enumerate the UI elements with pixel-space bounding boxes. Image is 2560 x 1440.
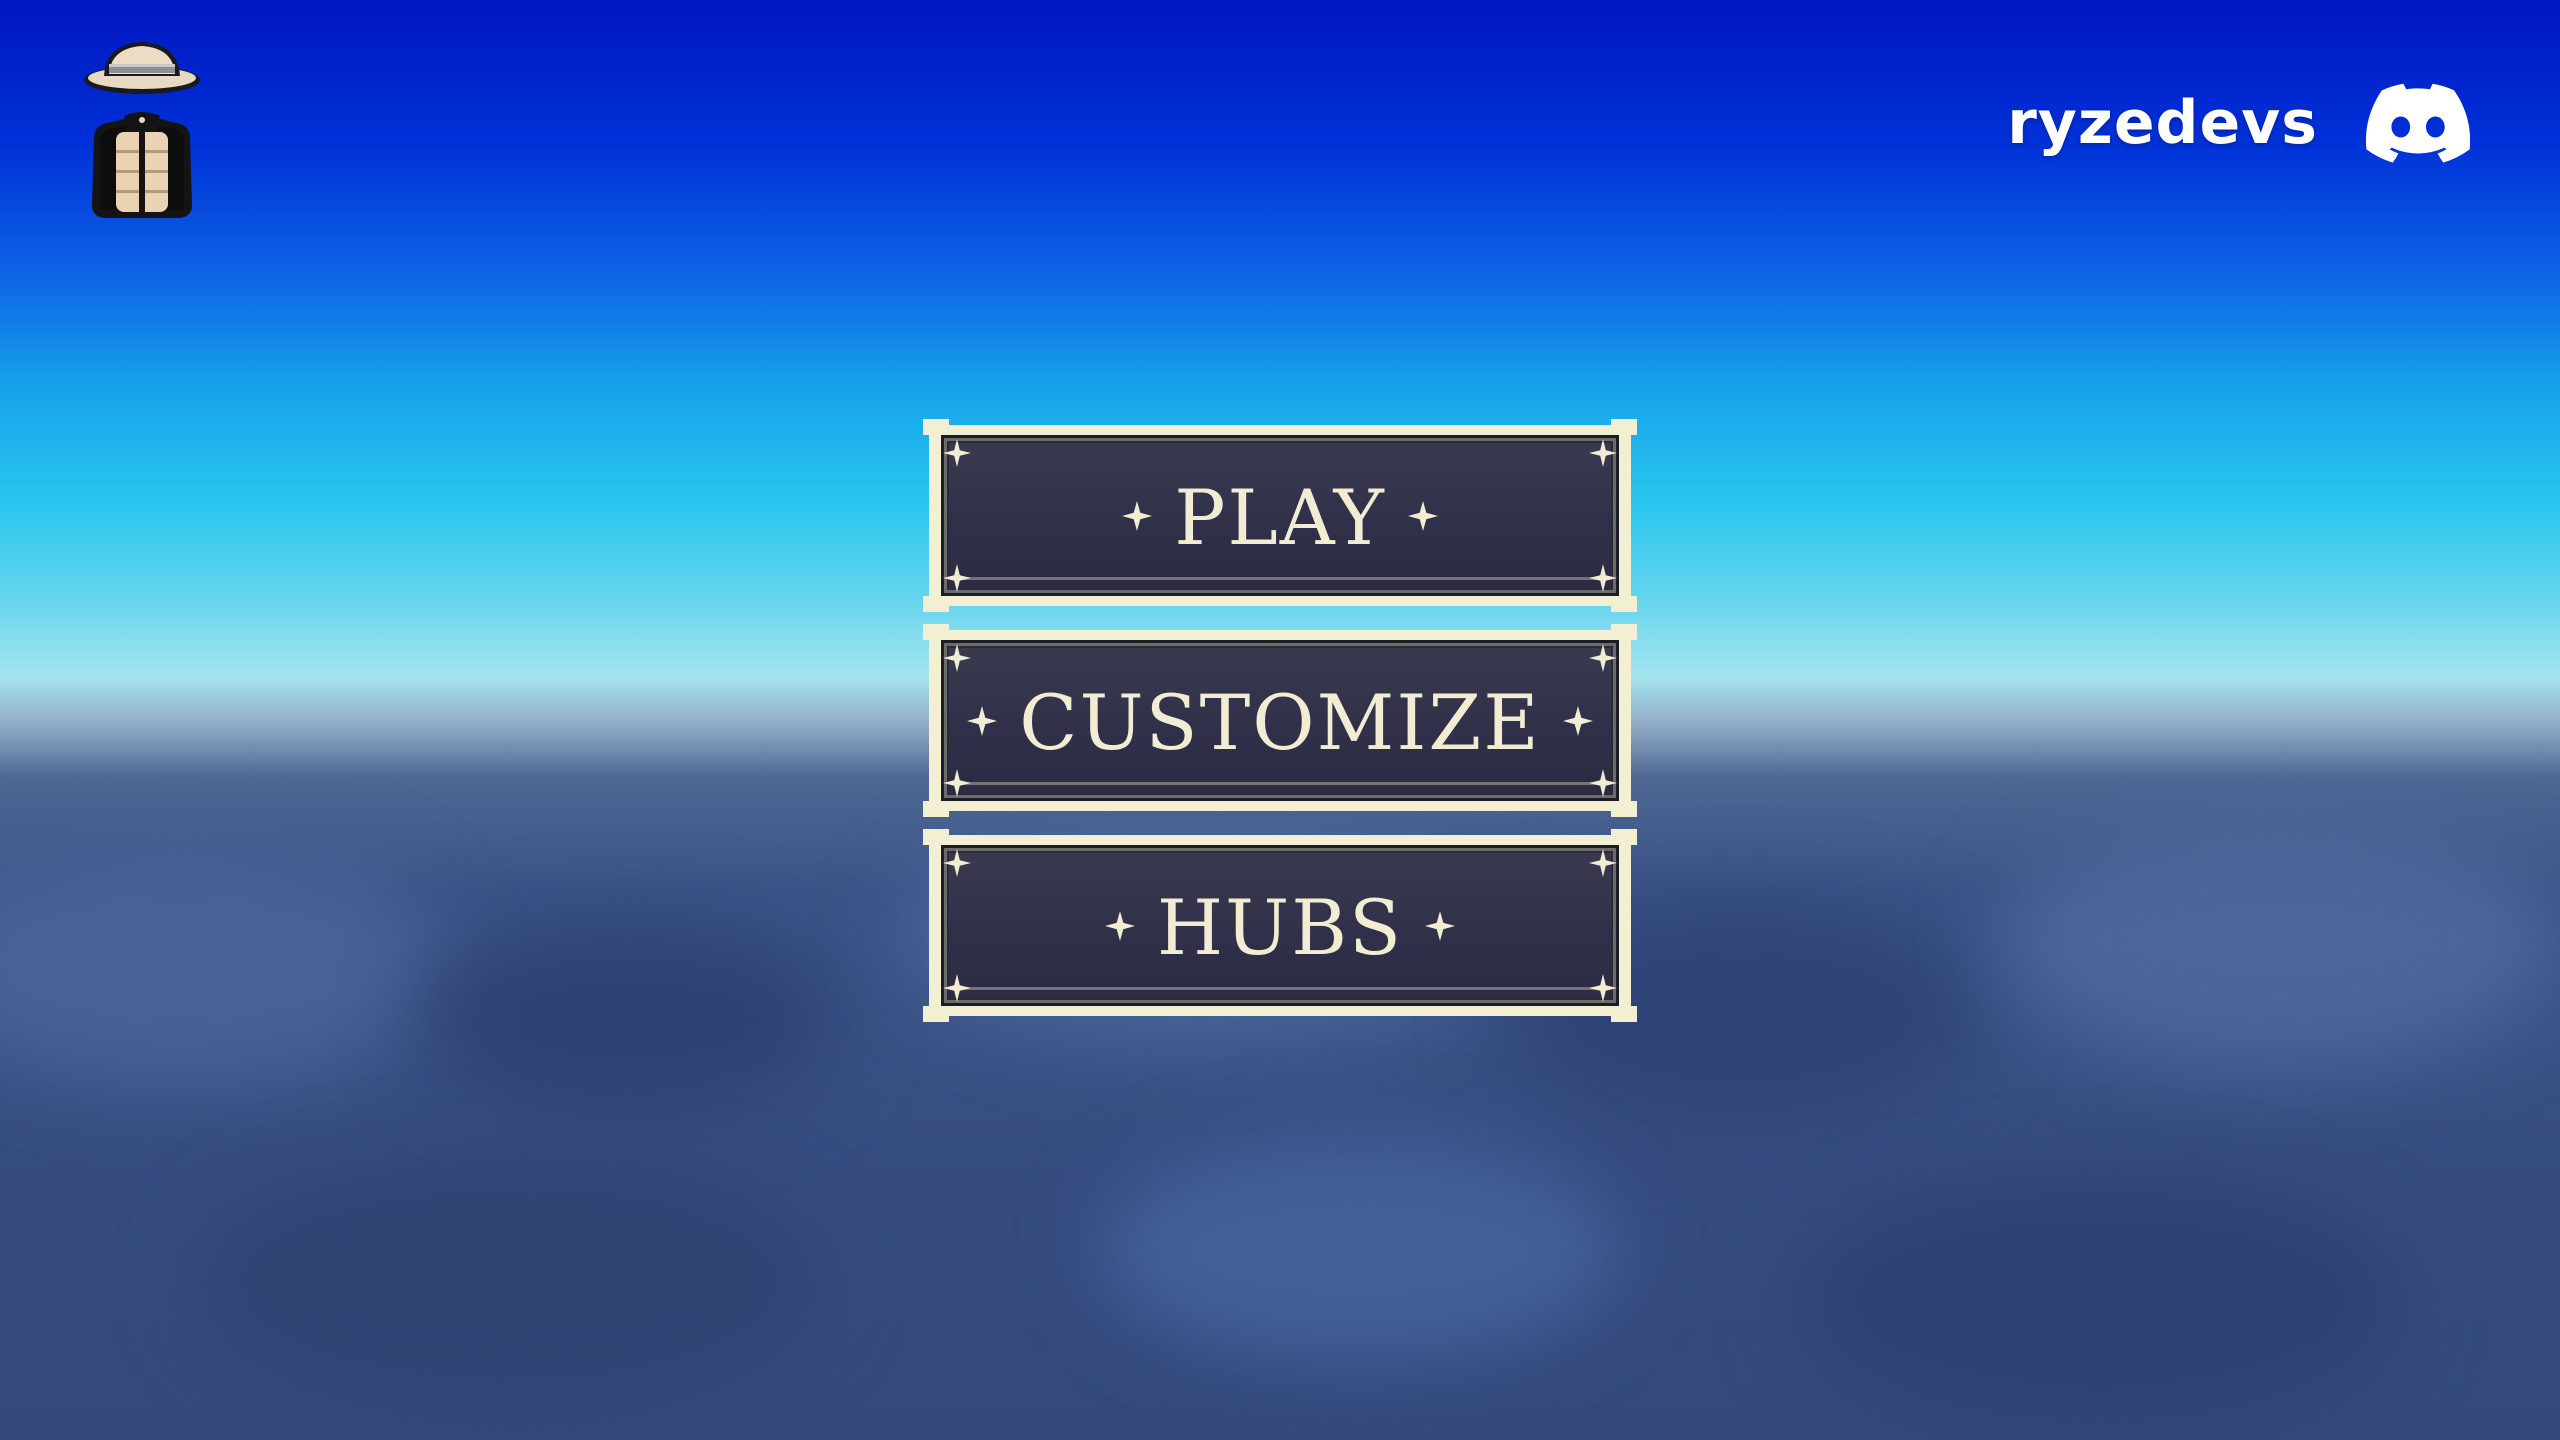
avatar-hat-jacket-icon[interactable] [80,38,210,228]
sparkle-left-icon [1104,910,1135,941]
hubs-button[interactable]: HUBS [923,829,1637,1022]
button-label-row: PLAY [929,425,1631,606]
customize-label: CUSTOMIZE [1019,677,1541,767]
sparkle-right-icon [1407,500,1438,531]
sparkle-left-icon [1122,500,1153,531]
play-button[interactable]: PLAY [923,419,1637,612]
play-label: PLAY [1174,472,1386,562]
button-label-row: HUBS [929,835,1631,1016]
avatar-graphic [84,42,200,218]
discord-icon[interactable] [2366,83,2470,163]
button-label-row: CUSTOMIZE [929,630,1631,811]
hubs-label: HUBS [1156,882,1404,972]
discord-username[interactable]: ryzedevs [2007,88,2318,158]
sparkle-left-icon [967,705,998,736]
sparkle-right-icon [1562,705,1593,736]
customize-button[interactable]: CUSTOMIZE [923,624,1637,817]
sparkle-right-icon [1425,910,1456,941]
main-menu: PLAY CUSTOMIZE HUBS [923,419,1637,1040]
discord-link[interactable]: ryzedevs [2007,78,2470,168]
